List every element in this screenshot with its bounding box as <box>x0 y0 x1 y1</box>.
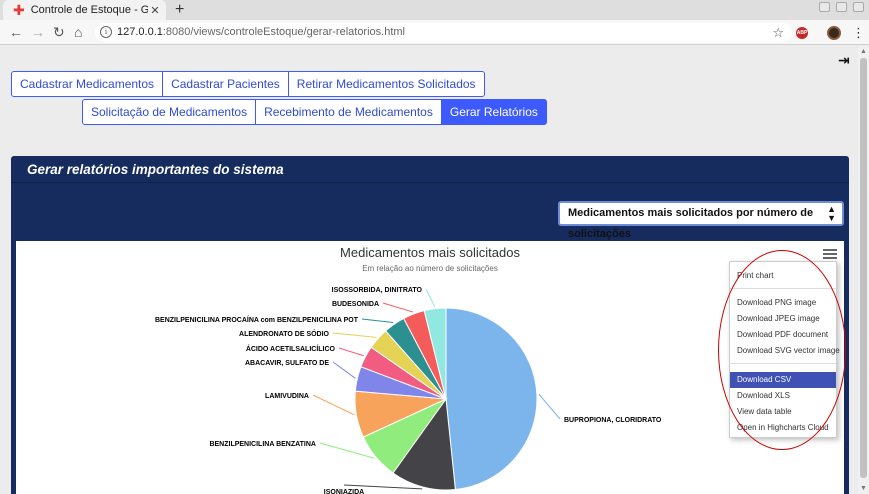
adblock-extension-icon[interactable]: ABP <box>796 27 808 39</box>
browser-menu-icon[interactable]: ⋮ <box>852 24 865 42</box>
nav-row-2: Solicitação de Medicamentos Recebimento … <box>82 99 547 125</box>
browser-toolbar: ← → ↻ ⌂ i 127.0.0.1:8080/views/controleE… <box>0 20 869 45</box>
address-bar[interactable]: i 127.0.0.1:8080/views/controleEstoque/g… <box>95 23 792 42</box>
site-info-icon[interactable]: i <box>100 26 112 38</box>
pie-slice[interactable] <box>445 307 538 491</box>
maximize-window-icon[interactable] <box>836 2 847 12</box>
data-label: ALENDRONATO DE SÓDIO <box>239 329 330 338</box>
nav-solicitacao-medicamentos[interactable]: Solicitação de Medicamentos <box>82 99 257 125</box>
export-menu-item[interactable]: Download XLS <box>730 388 836 404</box>
nav-recebimento-medicamentos[interactable]: Recebimento de Medicamentos <box>255 99 442 125</box>
browser-tabstrip: ✚ Controle de Estoque - Ger ✕ + <box>0 0 869 20</box>
forward-arrow-icon[interactable]: → <box>31 23 45 41</box>
connector-line <box>425 288 436 307</box>
page-scrollbar[interactable]: ▲ ▼ <box>858 46 869 494</box>
connector-line <box>538 393 561 420</box>
reports-panel: Gerar relatórios importantes do sistema … <box>11 156 849 494</box>
close-window-icon[interactable] <box>853 2 864 12</box>
export-menu: Print chart Download PNG image Download JP… <box>729 261 840 438</box>
new-tab-button[interactable]: + <box>175 0 184 20</box>
scroll-up-icon[interactable]: ▲ <box>860 48 867 55</box>
export-menu-item[interactable]: Download JPEG image <box>730 311 836 327</box>
logout-icon[interactable]: ⇥ <box>838 52 850 69</box>
home-icon[interactable]: ⌂ <box>74 23 82 41</box>
data-label: ISOSSORBIDA, DINITRATO <box>332 287 423 294</box>
scrollbar-thumb[interactable] <box>860 58 867 478</box>
data-label: LAMIVUDINA <box>265 393 309 400</box>
data-label: ABACAVIR, SULFATO DE <box>245 360 329 367</box>
connector-line <box>338 347 364 357</box>
tab-title: Controle de Estoque - Ger <box>30 4 148 16</box>
nav-cadastrar-pacientes[interactable]: Cadastrar Pacientes <box>162 71 289 97</box>
data-label: ÁCIDO ACETILSALICÍLICO <box>246 344 336 353</box>
scroll-down-icon[interactable]: ▼ <box>860 485 867 492</box>
minimize-window-icon[interactable] <box>819 2 830 12</box>
connector-line <box>361 318 394 323</box>
export-menu-item[interactable]: Download CSV <box>730 372 836 388</box>
export-menu-item[interactable]: Open in Highcharts Cloud <box>730 420 836 436</box>
url-text: 127.0.0.1:8080/views/controleEstoque/ger… <box>117 26 405 38</box>
nav-row-1: Cadastrar Medicamentos Cadastrar Pacient… <box>11 71 485 97</box>
chart-container: Medicamentos mais solicitados Em relação… <box>16 241 844 494</box>
close-tab-icon[interactable]: ✕ <box>148 4 162 17</box>
connector-line <box>382 302 414 313</box>
reload-icon[interactable]: ↻ <box>53 23 65 41</box>
page-content: ⇥ Cadastrar Medicamentos Cadastrar Pacie… <box>0 46 858 494</box>
export-menu-item[interactable]: Download PNG image <box>730 295 836 311</box>
export-menu-item[interactable]: Download SVG vector image <box>730 343 840 359</box>
back-arrow-icon[interactable]: ← <box>9 23 23 41</box>
browser-tab[interactable]: ✚ Controle de Estoque - Ger ✕ <box>3 0 166 20</box>
data-label: BUDESONIDA <box>332 301 379 308</box>
chart-title: Medicamentos mais solicitados <box>340 245 520 260</box>
nav-gerar-relatorios[interactable]: Gerar Relatórios <box>440 99 547 125</box>
pie-chart: Medicamentos mais solicitados Em relação… <box>155 245 662 494</box>
bookmark-star-icon[interactable]: ☆ <box>772 23 784 42</box>
nav-cadastrar-medicamentos[interactable]: Cadastrar Medicamentos <box>11 71 164 97</box>
data-label: ISONIAZIDA <box>324 489 364 494</box>
red-cross-favicon-icon: ✚ <box>13 2 25 18</box>
panel-title: Gerar relatórios importantes do sistema <box>11 156 849 183</box>
data-label: BENZILPENICILINA PROCAÍNA com BENZILPENI… <box>155 315 359 324</box>
menu-separator <box>730 363 836 364</box>
chart-subtitle: Em relação ao número de solicitações <box>362 264 498 273</box>
data-label: BUPROPIONA, CLORIDRATO <box>564 417 662 424</box>
export-menu-item[interactable]: Download PDF document <box>730 327 836 343</box>
chart-context-menu-icon[interactable] <box>823 249 837 261</box>
profile-avatar[interactable] <box>827 26 841 40</box>
export-menu-item[interactable]: Print chart <box>730 268 836 284</box>
report-type-select[interactable]: Medicamentos mais solicitados por número… <box>558 201 844 240</box>
connector-line <box>319 442 375 459</box>
nav-retirar-medicamentos[interactable]: Retirar Medicamentos Solicitados <box>287 71 485 97</box>
report-type-select-value: Medicamentos mais solicitados por número… <box>568 207 814 240</box>
connector-line <box>312 394 355 416</box>
data-label: BENZILPENICILINA BENZATINA <box>209 441 316 448</box>
connector-line <box>332 361 356 379</box>
export-menu-item[interactable]: View data table <box>730 404 836 420</box>
menu-separator <box>730 288 836 289</box>
select-arrows-icon: ▲ ▼ <box>827 204 836 223</box>
connector-line <box>332 332 377 338</box>
